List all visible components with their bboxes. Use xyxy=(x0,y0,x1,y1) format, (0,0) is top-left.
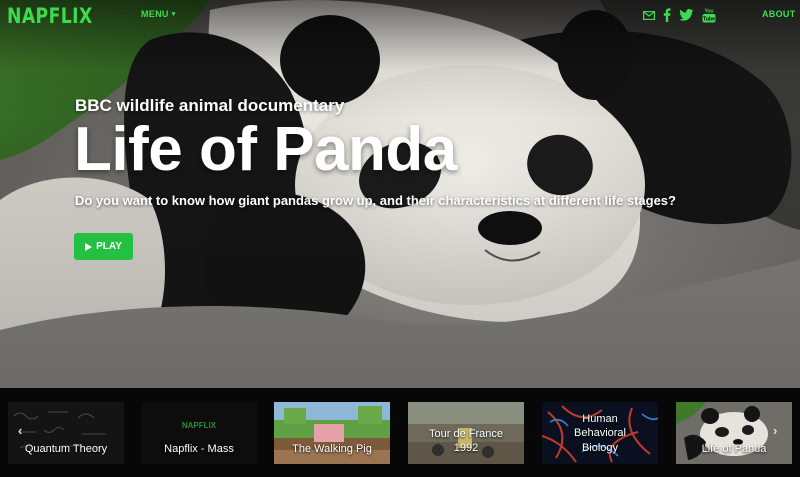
item-label: The Walking Pig xyxy=(292,443,372,455)
twitter-icon[interactable] xyxy=(679,9,694,21)
svg-text:You: You xyxy=(704,9,713,15)
carousel-item-human-behavioral-biology[interactable]: Human Behavioral Biology xyxy=(542,402,658,464)
hero-subtitle: BBC wildlife animal documentary xyxy=(75,96,345,115)
carousel-item-walking-pig[interactable]: The Walking Pig xyxy=(274,402,390,464)
item-label-line2: Behavioral xyxy=(574,427,626,439)
napflix-logo[interactable]: NAPFLIX xyxy=(7,4,93,28)
about-link[interactable]: ABOUT xyxy=(762,9,796,19)
carousel-item-napflix-mass[interactable]: NAPFLIX Napflix - Mass xyxy=(141,402,257,464)
carousel-item-quantum-theory[interactable]: Quantum Theory xyxy=(8,402,124,464)
carousel-item-tour-de-france[interactable]: Tour de France 1992 xyxy=(408,402,524,464)
top-nav: NAPFLIX MENU ▾ You Tube ABOUT xyxy=(0,0,800,30)
item-label: Life of Panda xyxy=(701,443,767,455)
thumbnail-logo: NAPFLIX xyxy=(181,421,217,430)
caret-down-icon: ▾ xyxy=(171,11,176,18)
item-label-line1: Human xyxy=(582,413,618,425)
carousel-prev-arrow-icon[interactable]: ‹ xyxy=(18,423,22,438)
menu-label: MENU xyxy=(141,9,169,19)
item-label-line1: Tour de France xyxy=(429,428,503,440)
item-label: Quantum Theory xyxy=(24,443,108,455)
social-links: You Tube xyxy=(643,6,716,24)
item-label-line3: Biology xyxy=(581,442,619,454)
item-label: Napflix - Mass xyxy=(164,443,234,455)
play-button[interactable]: PLAY xyxy=(74,233,133,260)
menu-dropdown[interactable]: MENU ▾ xyxy=(141,9,176,19)
hero-description: Do you want to know how giant pandas gro… xyxy=(75,193,676,208)
email-icon[interactable] xyxy=(643,10,655,20)
item-label-line2: 1992 xyxy=(453,442,479,454)
svg-text:Tube: Tube xyxy=(703,17,715,23)
youtube-icon[interactable]: You Tube xyxy=(702,7,716,23)
play-label: PLAY xyxy=(96,241,122,252)
hero-title: Life of Panda xyxy=(74,115,457,184)
play-icon xyxy=(85,242,93,251)
video-carousel: Quantum Theory NAPFLIX Napflix - Mass Th… xyxy=(0,388,800,477)
carousel-next-arrow-icon[interactable]: › xyxy=(773,423,777,438)
facebook-icon[interactable] xyxy=(663,8,671,22)
